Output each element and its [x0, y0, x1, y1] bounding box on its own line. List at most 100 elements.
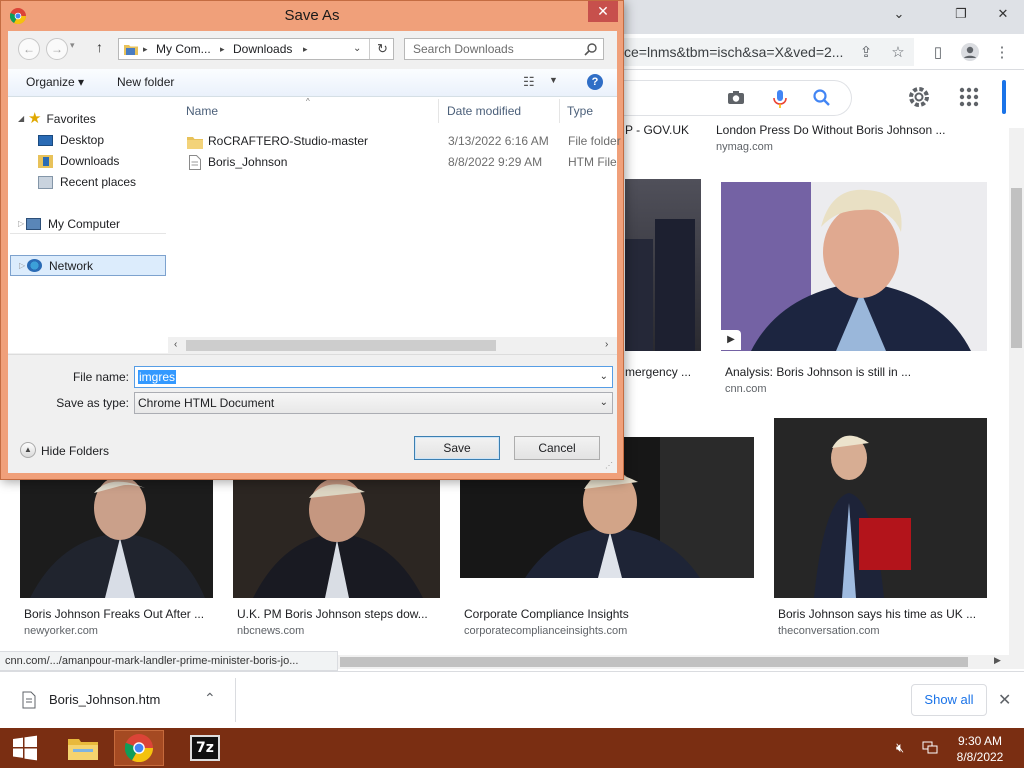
dialog-search-input[interactable]: Search Downloads	[404, 38, 604, 60]
result-image[interactable]	[20, 478, 213, 598]
nav-network-label: Network	[49, 258, 94, 273]
network-tray-icon[interactable]	[922, 739, 938, 755]
download-shelf: Boris_Johnson.htm ⌃ Show all ✕	[0, 671, 1024, 728]
save-type-dropdown-icon[interactable]: ⌄	[600, 393, 608, 413]
close-shelf-icon[interactable]: ✕	[998, 690, 1011, 710]
start-button[interactable]	[0, 730, 50, 766]
file-type: File folder	[568, 134, 621, 148]
sort-caret-icon: ^	[306, 97, 310, 106]
breadcrumb-computer[interactable]: My Com...	[156, 39, 211, 59]
nav-desktop-label: Desktop	[60, 133, 105, 147]
restore-button[interactable]: ❐	[938, 0, 984, 28]
column-date-modified[interactable]: Date modified	[447, 99, 521, 123]
nav-recent-places[interactable]: Recent places	[38, 172, 136, 192]
scroll-left-arrow-icon[interactable]: ‹	[174, 339, 177, 350]
resize-grip-icon[interactable]: ⋰	[605, 461, 613, 470]
result-caption[interactable]: Corporate Compliance Insights	[464, 607, 744, 621]
help-icon[interactable]: ?	[587, 74, 603, 90]
nav-my-computer[interactable]: ▷ My Computer	[10, 214, 166, 234]
result-image[interactable]	[625, 179, 701, 351]
side-panel-icon[interactable]: ▯	[924, 38, 952, 66]
result-caption[interactable]: Analysis: Boris Johnson is still in ...	[725, 365, 985, 379]
organize-menu[interactable]: Organize ▾	[26, 75, 84, 89]
command-bar: Organize ▾ New folder ☷ ▼ ?	[8, 69, 617, 97]
result-caption[interactable]: Boris Johnson says his time as UK ...	[778, 607, 988, 621]
result-caption[interactable]: P - GOV.UK	[625, 123, 705, 137]
camera-icon[interactable]	[726, 88, 748, 110]
account-indicator	[1002, 80, 1006, 114]
view-dropdown-icon[interactable]: ▼	[549, 75, 558, 85]
scroll-right-arrow-icon[interactable]: ▶	[994, 655, 1001, 666]
column-name[interactable]: Name	[186, 99, 218, 123]
hide-folders-button[interactable]: Hide Folders	[41, 444, 109, 458]
menu-kebab-icon[interactable]: ⋮	[988, 38, 1016, 66]
minimize-button[interactable]: ⌄	[876, 0, 922, 28]
volume-muted-icon[interactable]: 🔇︎	[896, 740, 904, 756]
nav-computer-label: My Computer	[48, 216, 121, 231]
nav-favorites-label: Favorites	[46, 112, 96, 126]
result-caption[interactable]: mergency ...	[625, 365, 705, 379]
breadcrumb-downloads[interactable]: Downloads	[233, 39, 292, 59]
download-filename[interactable]: Boris_Johnson.htm	[49, 692, 160, 707]
column-type[interactable]: Type	[567, 99, 593, 123]
file-name-dropdown-icon[interactable]: ⌄	[600, 367, 608, 387]
result-caption[interactable]: Boris Johnson Freaks Out After ...	[24, 607, 214, 621]
new-folder-button[interactable]: New folder	[117, 75, 174, 89]
forward-arrow-icon[interactable]: →	[46, 38, 68, 60]
search-icon[interactable]	[812, 88, 834, 110]
windows-taskbar: 7z 🔇︎ 9:30 AM 8/8/2022	[0, 728, 1024, 768]
up-arrow-icon[interactable]: ↑	[96, 39, 103, 55]
save-type-select[interactable]: Chrome HTML Document ⌄	[134, 392, 613, 414]
breadcrumb-address-bar[interactable]: ▸ My Com... ▸ Downloads ▸ ⌄ ↻	[118, 38, 394, 60]
save-button[interactable]: Save	[414, 436, 500, 460]
nav-network[interactable]: ▷ Network	[10, 255, 166, 276]
settings-gear-icon[interactable]	[906, 84, 934, 112]
chevron-up-icon[interactable]: ⌃	[204, 690, 216, 707]
result-caption[interactable]: U.K. PM Boris Johnson steps dow...	[237, 607, 437, 621]
nav-recent-label: Recent places	[60, 175, 137, 189]
nav-downloads[interactable]: Downloads	[38, 151, 119, 171]
profile-icon[interactable]	[956, 38, 984, 66]
play-icon[interactable]: ▶	[721, 330, 741, 350]
vertical-scrollbar[interactable]	[1009, 128, 1024, 655]
hide-folders-icon[interactable]: ▲	[20, 442, 36, 458]
result-caption[interactable]: London Press Do Without Boris Johnson ..…	[716, 123, 976, 137]
file-list-horizontal-scrollbar[interactable]: ‹ ›	[168, 337, 617, 354]
result-image[interactable]	[721, 182, 987, 351]
dialog-close-button[interactable]: ✕	[588, 1, 618, 22]
desktop-icon	[38, 134, 53, 146]
file-row[interactable]: Boris_Johnson 8/8/2022 9:29 AM HTM File	[187, 152, 617, 173]
share-icon[interactable]: ⇪	[852, 38, 880, 66]
apps-grid-icon[interactable]	[958, 86, 982, 110]
nav-favorites[interactable]: ◢ ★ Favorites	[18, 109, 96, 129]
result-image[interactable]	[774, 418, 987, 598]
search-icon[interactable]	[584, 42, 598, 56]
bookmark-star-icon[interactable]: ☆	[884, 38, 912, 66]
star-icon: ★	[28, 110, 42, 127]
clock-date[interactable]: 8/8/2022	[944, 750, 1016, 764]
scroll-thumb[interactable]	[186, 340, 496, 351]
refresh-icon[interactable]: ↻	[377, 39, 388, 59]
file-name-input[interactable]: imgres ⌄	[134, 366, 613, 388]
cancel-button[interactable]: Cancel	[514, 436, 600, 460]
nav-desktop[interactable]: Desktop	[38, 130, 104, 150]
file-date: 8/8/2022 9:29 AM	[448, 155, 543, 169]
clock-time[interactable]: 9:30 AM	[944, 734, 1016, 748]
scroll-right-arrow-icon[interactable]: ›	[605, 339, 608, 350]
htm-file-icon	[189, 155, 201, 170]
view-options-icon[interactable]: ☷	[523, 74, 535, 90]
navigation-pane: ◢ ★ Favorites Desktop Downloads Recent p…	[8, 97, 168, 353]
back-arrow-icon[interactable]: ←	[18, 38, 40, 60]
recent-dropdown-icon[interactable]: ▾	[70, 40, 75, 51]
windows-logo-icon	[13, 735, 37, 761]
file-explorer-taskbar-icon[interactable]	[58, 730, 108, 766]
close-window-button[interactable]: ✕	[980, 0, 1024, 28]
7zip-taskbar-icon[interactable]: 7z	[180, 730, 230, 766]
microphone-icon[interactable]	[770, 88, 792, 110]
result-source: cnn.com	[725, 383, 767, 395]
address-dropdown-icon[interactable]: ⌄	[353, 39, 361, 59]
show-all-button[interactable]: Show all	[911, 684, 987, 716]
result-image[interactable]	[233, 478, 440, 598]
chrome-taskbar-icon[interactable]	[114, 730, 164, 766]
file-row[interactable]: RoCRAFTERO-Studio-master 3/13/2022 6:16 …	[187, 131, 621, 152]
